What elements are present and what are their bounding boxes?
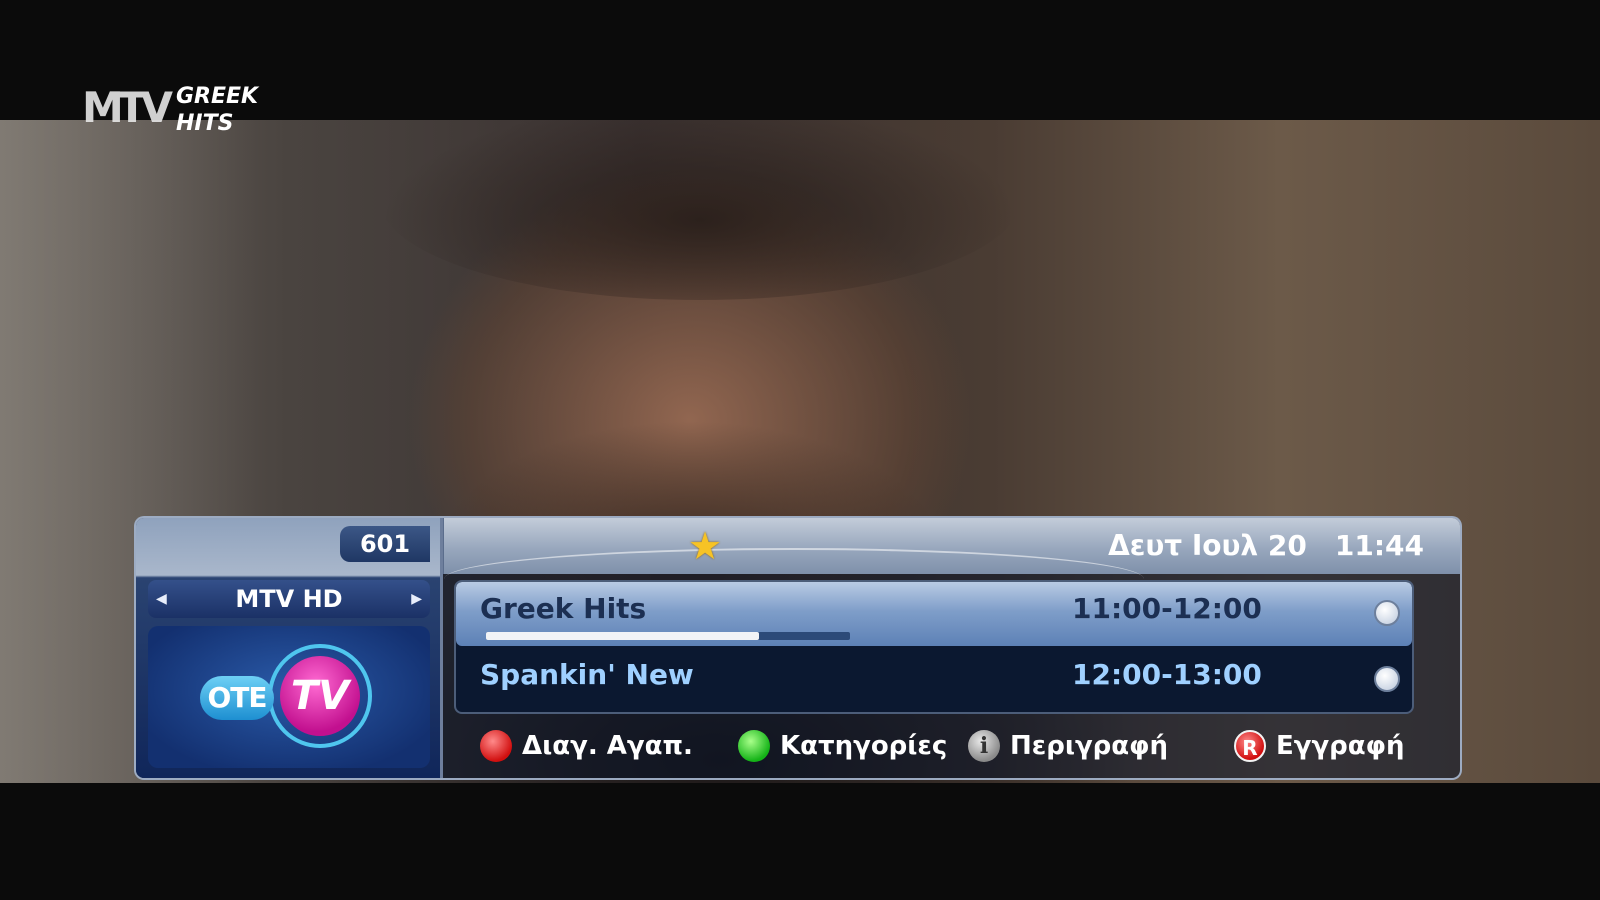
record-toggle[interactable]: [1374, 600, 1400, 626]
program-title: Greek Hits: [480, 592, 647, 625]
arrow-left-icon[interactable]: ◀: [156, 580, 167, 618]
color-button-legend: Διαγ. Αγαπ. Κατηγορίες i Περιγραφή R Εγγ…: [442, 718, 1460, 774]
program-row-current[interactable]: Greek Hits 11:00-12:00: [456, 582, 1412, 646]
green-button-icon: [738, 730, 770, 762]
program-progress-bar: [486, 632, 850, 640]
letterbox-bottom: [0, 783, 1600, 900]
mtv-logo-mark: MTV: [82, 83, 173, 132]
star-icon[interactable]: ★: [688, 526, 722, 566]
red-button-label: Διαγ. Αγαπ.: [522, 731, 693, 761]
program-time: 11:00-12:00: [1072, 592, 1262, 625]
date-time: Δευτ Ιουλ 20 11:44: [1080, 528, 1424, 564]
channel-logo: MTV GREEK HITS: [82, 82, 282, 138]
record-button-label: Εγγραφή: [1276, 731, 1405, 761]
channel-logo-line1: GREEK: [176, 84, 259, 109]
provider-logo: TV OTE: [148, 626, 430, 768]
program-time: 12:00-13:00: [1072, 658, 1262, 691]
program-row-next[interactable]: Spankin' New 12:00-13:00: [456, 648, 1412, 712]
program-progress-fill: [486, 632, 759, 640]
video-subject-hair: [380, 120, 1020, 300]
channel-logo-line2: HITS: [176, 111, 234, 136]
red-button-icon: [480, 730, 512, 762]
info-button-label: Περιγραφή: [1010, 731, 1169, 761]
channel-selector[interactable]: ◀ MTV HD ▶: [148, 580, 430, 618]
clock-label: 11:44: [1334, 529, 1424, 562]
channel-number: 601: [340, 526, 430, 562]
arrow-right-icon[interactable]: ▶: [411, 580, 422, 618]
info-bar: 601 ◀ MTV HD ▶ TV OTE ★ Δευτ Ιουλ 20 11:4…: [134, 516, 1462, 780]
record-button-icon: R: [1234, 730, 1266, 762]
date-label: Δευτ Ιουλ 20: [1108, 529, 1307, 562]
info-button-icon: i: [968, 730, 1000, 762]
program-title: Spankin' New: [480, 658, 694, 691]
provider-logo-ote: OTE: [200, 676, 274, 720]
channel-name: MTV HD: [235, 585, 343, 613]
provider-logo-tv: TV: [280, 656, 360, 736]
green-button-label: Κατηγορίες: [780, 731, 948, 761]
program-list: Greek Hits 11:00-12:00 Spankin' New 12:0…: [454, 580, 1414, 714]
record-toggle[interactable]: [1374, 666, 1400, 692]
